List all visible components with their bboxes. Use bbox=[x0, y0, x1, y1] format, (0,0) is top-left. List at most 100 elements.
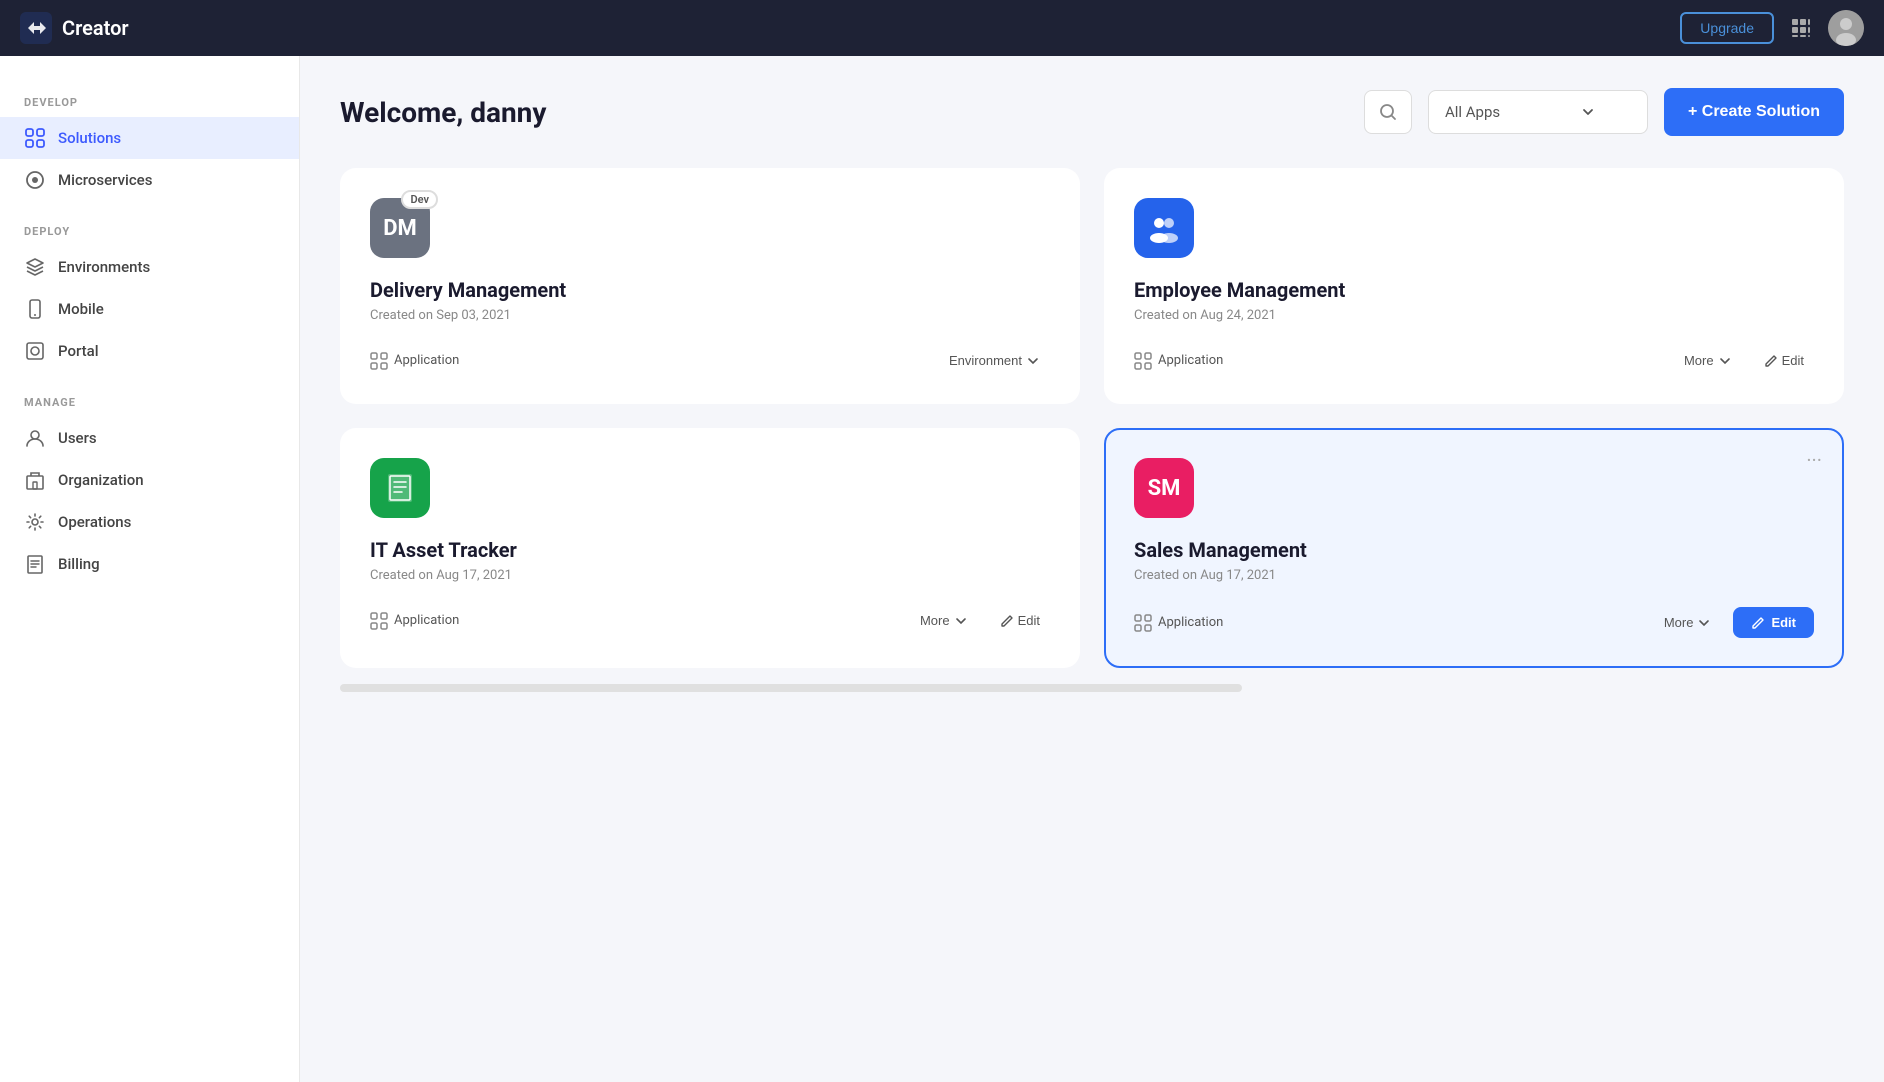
sidebar-item-environments[interactable]: Environments bbox=[0, 246, 299, 288]
sidebar-section-deploy: DEPLOY bbox=[0, 225, 299, 246]
app-label-text: Application bbox=[394, 613, 459, 628]
content-header: Welcome, danny All Apps + Create Solutio… bbox=[340, 88, 1844, 136]
more-dropdown-button[interactable]: More bbox=[1654, 609, 1722, 636]
sidebar-label-operations: Operations bbox=[58, 513, 131, 531]
brand-logo: Creator bbox=[20, 12, 129, 44]
sidebar-label-organization: Organization bbox=[58, 471, 144, 489]
chevron-down-icon bbox=[1580, 104, 1596, 120]
sidebar-item-billing[interactable]: Billing bbox=[0, 543, 299, 585]
card-app-label-employee: Application bbox=[1134, 352, 1223, 370]
sidebar-label-users: Users bbox=[58, 429, 97, 447]
upgrade-button[interactable]: Upgrade bbox=[1680, 12, 1774, 44]
employees-icon bbox=[1147, 211, 1181, 245]
sidebar-item-users[interactable]: Users bbox=[0, 417, 299, 459]
portal-icon bbox=[24, 340, 46, 362]
sidebar-label-environments: Environments bbox=[58, 258, 150, 276]
card-date-employee: Created on Aug 24, 2021 bbox=[1134, 308, 1814, 323]
app-label-text: Application bbox=[1158, 615, 1223, 630]
sidebar-label-mobile: Mobile bbox=[58, 300, 104, 318]
app-icon bbox=[1134, 352, 1152, 370]
topnav-right: Upgrade bbox=[1680, 10, 1864, 46]
chevron-down-icon bbox=[1026, 354, 1040, 368]
edit-button[interactable]: Edit bbox=[990, 607, 1050, 634]
card-title-employee: Employee Management bbox=[1134, 278, 1814, 302]
dev-badge: Dev bbox=[401, 190, 438, 209]
building-icon bbox=[24, 469, 46, 491]
grid-icon[interactable] bbox=[1790, 17, 1812, 39]
sidebar-item-operations[interactable]: Operations bbox=[0, 501, 299, 543]
sidebar-item-organization[interactable]: Organization bbox=[0, 459, 299, 501]
layers-icon bbox=[24, 256, 46, 278]
more-dropdown-button[interactable]: More bbox=[910, 607, 978, 634]
card-title-delivery: Delivery Management bbox=[370, 278, 1050, 302]
main-content: Welcome, danny All Apps + Create Solutio… bbox=[300, 56, 1884, 1082]
receipt-icon bbox=[24, 553, 46, 575]
card-app-label-delivery: Application bbox=[370, 352, 459, 370]
filter-label: All Apps bbox=[1445, 103, 1500, 121]
card-footer-sales: Application More Edit bbox=[1134, 607, 1814, 638]
avatar[interactable] bbox=[1828, 10, 1864, 46]
card-delivery-management: DM Dev Delivery Management Created on Se… bbox=[340, 168, 1080, 404]
card-app-label-sales: Application bbox=[1134, 614, 1223, 632]
grid-icon bbox=[24, 127, 46, 149]
sidebar-label-billing: Billing bbox=[58, 555, 100, 573]
card-date-sales: Created on Aug 17, 2021 bbox=[1134, 568, 1814, 583]
card-icon-delivery: DM Dev bbox=[370, 198, 430, 258]
create-label: + Create Solution bbox=[1688, 103, 1820, 121]
filter-dropdown[interactable]: All Apps bbox=[1428, 90, 1648, 134]
card-icon-text: SM bbox=[1148, 476, 1181, 501]
sidebar-item-mobile[interactable]: Mobile bbox=[0, 288, 299, 330]
circle-dot-icon bbox=[24, 169, 46, 191]
edit-icon bbox=[1000, 614, 1014, 628]
card-icon-text: DM bbox=[383, 216, 417, 241]
sidebar-item-microservices[interactable]: Microservices bbox=[0, 159, 299, 201]
app-icon bbox=[370, 352, 388, 370]
horizontal-scrollbar[interactable] bbox=[340, 684, 1242, 692]
gear-icon bbox=[24, 511, 46, 533]
card-date-it-asset: Created on Aug 17, 2021 bbox=[370, 568, 1050, 583]
card-it-asset-tracker: IT Asset Tracker Created on Aug 17, 2021… bbox=[340, 428, 1080, 668]
card-app-label-it-asset: Application bbox=[370, 612, 459, 630]
sidebar-label-solutions: Solutions bbox=[58, 129, 121, 147]
chevron-down-icon bbox=[1697, 616, 1711, 630]
brand-name: Creator bbox=[62, 16, 129, 40]
edit-icon bbox=[1751, 616, 1765, 630]
cards-grid: DM Dev Delivery Management Created on Se… bbox=[340, 168, 1844, 668]
chevron-down-icon bbox=[954, 614, 968, 628]
card-footer-it-asset: Application More Edit bbox=[370, 607, 1050, 634]
sidebar-item-solutions[interactable]: Solutions bbox=[0, 117, 299, 159]
edit-button-primary[interactable]: Edit bbox=[1733, 607, 1814, 638]
app-label-text: Application bbox=[1158, 353, 1223, 368]
edit-button[interactable]: Edit bbox=[1754, 347, 1814, 374]
mobile-icon bbox=[24, 298, 46, 320]
search-box[interactable] bbox=[1364, 90, 1412, 134]
app-label-text: Application bbox=[394, 353, 459, 368]
card-employee-management: Employee Management Created on Aug 24, 2… bbox=[1104, 168, 1844, 404]
card-footer-delivery: Application Environment bbox=[370, 347, 1050, 374]
card-date-delivery: Created on Sep 03, 2021 bbox=[370, 308, 1050, 323]
edit-icon bbox=[1764, 354, 1778, 368]
card-sales-management: ··· SM Sales Management Created on Aug 1… bbox=[1104, 428, 1844, 668]
creator-icon bbox=[20, 12, 52, 44]
card-title-sales: Sales Management bbox=[1134, 538, 1814, 562]
sidebar-label-microservices: Microservices bbox=[58, 171, 152, 189]
create-solution-button[interactable]: + Create Solution bbox=[1664, 88, 1844, 136]
card-icon-sales: SM bbox=[1134, 458, 1194, 518]
three-dots-menu[interactable]: ··· bbox=[1806, 450, 1822, 470]
sidebar-section-develop: DEVELOP bbox=[0, 96, 299, 117]
card-icon-employee bbox=[1134, 198, 1194, 258]
sidebar-label-portal: Portal bbox=[58, 342, 99, 360]
main-layout: DEVELOP Solutions Microservices bbox=[0, 56, 1884, 1082]
app-icon bbox=[370, 612, 388, 630]
search-icon bbox=[1378, 102, 1398, 122]
card-footer-employee: Application More Edit bbox=[1134, 347, 1814, 374]
user-icon bbox=[24, 427, 46, 449]
environment-dropdown-button[interactable]: Environment bbox=[939, 347, 1050, 374]
card-title-it-asset: IT Asset Tracker bbox=[370, 538, 1050, 562]
card-icon-it-asset bbox=[370, 458, 430, 518]
sidebar-item-portal[interactable]: Portal bbox=[0, 330, 299, 372]
sidebar: DEVELOP Solutions Microservices bbox=[0, 56, 300, 1082]
app-icon bbox=[1134, 614, 1152, 632]
asset-icon bbox=[384, 472, 416, 504]
more-dropdown-button[interactable]: More bbox=[1674, 347, 1742, 374]
